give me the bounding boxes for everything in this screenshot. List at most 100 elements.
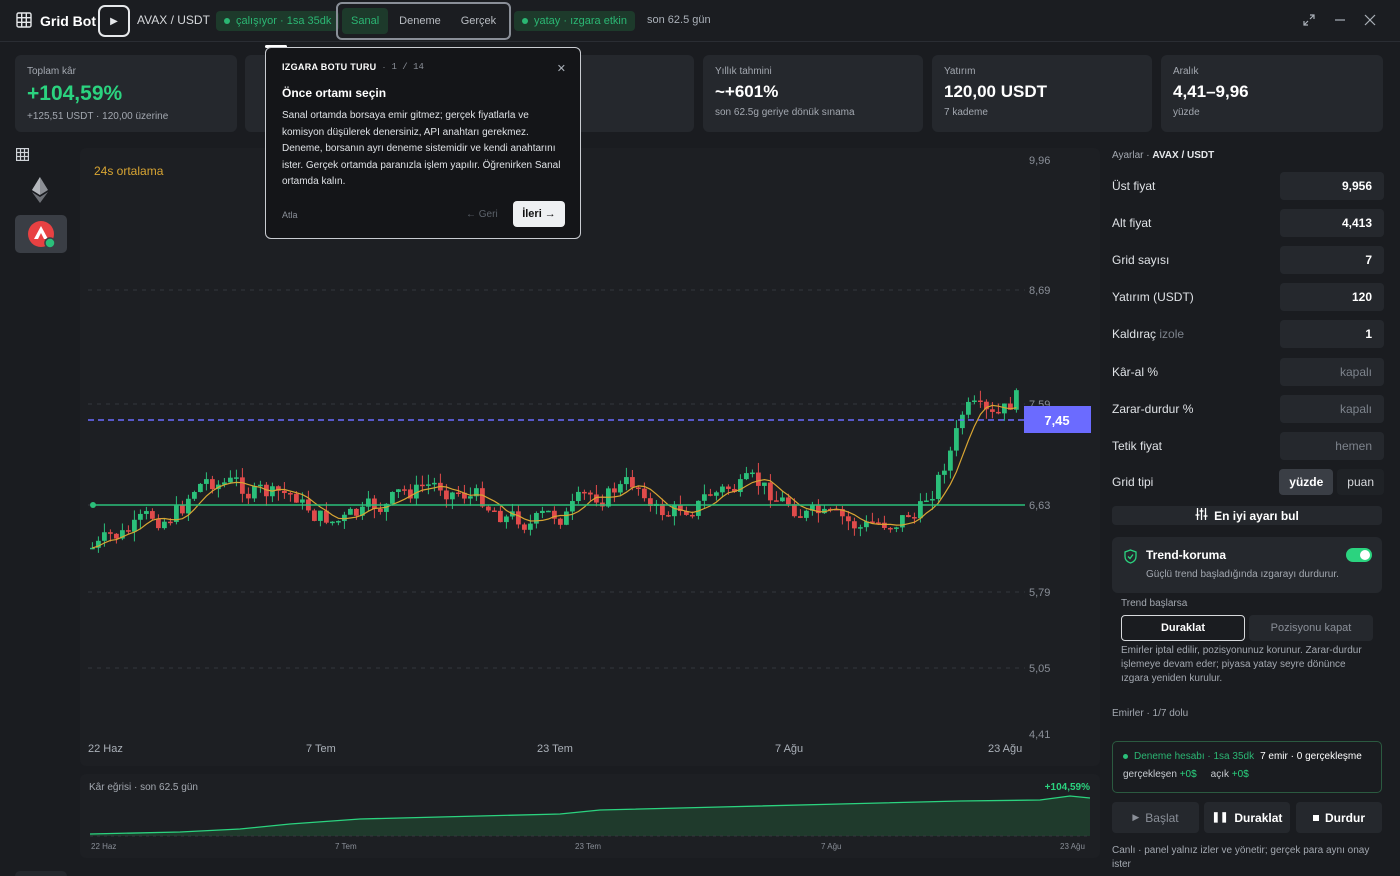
play-icon: ▶: [110, 15, 118, 27]
stat-value: ~+601%: [715, 82, 779, 101]
candle-body: [204, 479, 209, 484]
candle-body: [546, 510, 551, 513]
tour-body: Sanal ortamda borsaya emir gitmez; gerçe…: [282, 110, 561, 187]
candle-body: [714, 492, 719, 496]
find-best-settings-button[interactable]: En iyi ayarı bul: [1112, 506, 1382, 525]
candle-body: [540, 510, 545, 514]
candle-body: [156, 518, 161, 529]
grid-type-points[interactable]: puan: [1337, 469, 1384, 495]
stat-value: +104,59%: [27, 82, 123, 105]
candle-body: [612, 488, 617, 493]
lower-price-input[interactable]: 4,413: [1280, 209, 1384, 237]
candle-body: [576, 491, 581, 502]
pause-button[interactable]: ❚❚ Duraklat: [1204, 802, 1290, 833]
candle-body: [750, 472, 755, 475]
stat-value: 120,00 USDT: [944, 82, 1047, 101]
y-tick-label: 5,05: [1029, 663, 1050, 675]
candle-body: [858, 527, 863, 529]
candle-body: [906, 515, 911, 518]
stat-card-total-profit: Toplam kâr +104,59% +125,51 USDT · 120,0…: [15, 55, 237, 132]
tour-title: Önce ortamı seçin: [282, 86, 387, 100]
stat-label: Yatırım: [944, 66, 976, 77]
stat-card-investment: Yatırım 120,00 USDT 7 kademe: [932, 55, 1152, 132]
stat-label: Toplam kâr: [27, 66, 76, 77]
expand-icon[interactable]: [1303, 13, 1315, 29]
stop-button[interactable]: Durdur: [1296, 802, 1382, 833]
ethereum-icon[interactable]: [30, 176, 50, 204]
play-icon: ▶: [1132, 812, 1140, 822]
price-chart[interactable]: 9,968,697,596,635,795,054,41 22 Haz 7 Tem…: [80, 148, 1100, 766]
grid-type-percent[interactable]: yüzde: [1279, 469, 1334, 495]
candle-body: [168, 521, 173, 524]
candle-body: [336, 521, 341, 523]
tour-skip-link[interactable]: Atla: [282, 210, 298, 220]
env-tab-sanal[interactable]: Sanal: [342, 8, 389, 34]
candle-body: [672, 504, 677, 517]
stop-loss-input[interactable]: kapalı: [1280, 395, 1384, 423]
candle-body: [762, 482, 767, 486]
candle-body: [432, 482, 437, 485]
sliders-icon: [1195, 508, 1208, 523]
grid-bot-nav-icon[interactable]: [16, 148, 29, 161]
investment-input[interactable]: 120: [1280, 283, 1384, 311]
candle-body: [144, 511, 149, 514]
candle-body: [924, 500, 929, 503]
add-pair-button[interactable]: +: [15, 871, 67, 876]
leverage-input[interactable]: 1: [1280, 320, 1384, 348]
stat-sub: +125,51 USDT · 120,00 üzerine: [27, 111, 169, 122]
candle-body: [780, 497, 785, 502]
stat-card-range: Aralık 4,41–9,96 yüzde: [1161, 55, 1383, 132]
stat-card-annual: Yıllık tahmini ~+601% son 62.5g geriye d…: [703, 55, 923, 132]
start-button[interactable]: ▶ Başlat: [1112, 802, 1199, 833]
candle-body: [768, 482, 773, 501]
top-bar: Grid Bot ▶ AVAX / USDT çalışıyor · 1sa 3…: [0, 0, 1400, 42]
candle-body: [960, 414, 965, 429]
price-chart-panel[interactable]: 9,96 8,69 7,59 6,63 5,79 5,05 4,41 22 Haz 7 Tem…: [80, 148, 1100, 766]
candle-body: [690, 514, 695, 517]
candle-body: [990, 409, 995, 412]
candle-body: [282, 490, 287, 494]
candle-body: [378, 508, 383, 512]
tour-back-button[interactable]: ← Geri: [466, 209, 498, 220]
candle-body: [804, 510, 809, 518]
y-tick-label: 4,41: [1029, 729, 1050, 741]
y-tick-label: 9,96: [1029, 155, 1050, 167]
take-profit-input[interactable]: kapalı: [1280, 358, 1384, 386]
grid-base-dot-icon: [90, 502, 96, 508]
candle-body: [246, 493, 251, 499]
candle-body: [396, 489, 401, 492]
candle-body: [342, 514, 347, 522]
candle-body: [126, 530, 131, 532]
trend-protection-toggle[interactable]: [1346, 548, 1372, 562]
settings-title: Ayarlar · AVAX / USDT: [1112, 150, 1215, 161]
tour-close-icon[interactable]: ✕: [557, 62, 566, 75]
candle-body: [318, 510, 323, 521]
candle-body: [288, 493, 293, 495]
candle-body: [624, 477, 629, 485]
trigger-price-input[interactable]: hemen: [1280, 432, 1384, 460]
tour-next-button[interactable]: İleri →: [513, 201, 565, 227]
grid-count-input[interactable]: 7: [1280, 246, 1384, 274]
trend-pause-option[interactable]: Duraklat: [1121, 615, 1245, 641]
candle-body: [294, 493, 299, 503]
candle-body: [702, 494, 707, 501]
env-tab-gercek[interactable]: Gerçek: [452, 8, 505, 34]
candle-body: [726, 486, 731, 489]
candle-body: [108, 532, 113, 534]
setting-stop-loss: Zarar-durdur % kapalı: [1112, 394, 1384, 424]
env-tab-deneme[interactable]: Deneme: [390, 8, 450, 34]
play-button[interactable]: ▶: [98, 5, 130, 37]
candle-body: [504, 516, 509, 523]
candle-body: [774, 500, 779, 502]
close-icon[interactable]: [1364, 13, 1376, 29]
setting-lower-price: Alt fiyat 4,413: [1112, 208, 1384, 238]
upper-price-input[interactable]: 9,956: [1280, 172, 1384, 200]
minimize-icon[interactable]: [1334, 13, 1346, 29]
candle-body: [486, 506, 491, 511]
candle-body: [300, 499, 305, 503]
y-tick-label: 6,63: [1029, 500, 1050, 512]
trend-protection-card: Trend-koruma Güçlü trend başladığında ız…: [1112, 537, 1382, 593]
candle-body: [528, 523, 533, 530]
avalanche-icon[interactable]: [15, 215, 67, 253]
trend-close-position-option[interactable]: Pozisyonu kapat: [1249, 615, 1373, 641]
